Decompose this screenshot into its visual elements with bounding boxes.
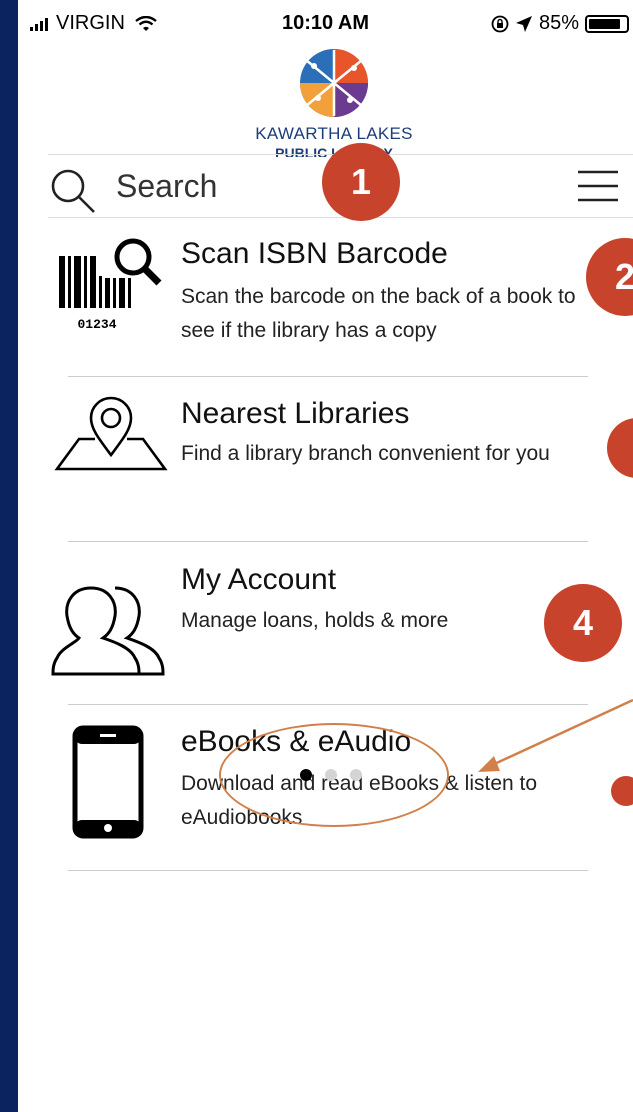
- battery-percent: 85%: [538, 12, 579, 34]
- search-divider-bottom: [48, 217, 633, 218]
- hamburger-menu-icon[interactable]: [576, 168, 620, 204]
- rotation-lock-icon: [491, 15, 509, 32]
- annotation-ellipse: [219, 723, 449, 827]
- menu-divider: [68, 870, 588, 871]
- barcode-scan-icon: 01234: [59, 238, 162, 332]
- status-bar: VIRGIN 10:10 AM 85%: [18, 0, 633, 44]
- search-icon[interactable]: [48, 166, 100, 218]
- menu-item-scan-barcode[interactable]: 01234 Scan ISBN Barcode Scan the barcode…: [18, 222, 633, 377]
- menu-item-title: My Account: [181, 563, 337, 596]
- menu-item-title: Nearest Libraries: [181, 397, 410, 430]
- annotation-arrow: [478, 698, 633, 772]
- app-screen: VIRGIN 10:10 AM 85% KAWARTHA LAKES PUBLI…: [18, 0, 633, 1112]
- users-icon: [51, 586, 165, 676]
- location-arrow-icon: [515, 15, 532, 32]
- menu-item-nearest-libraries[interactable]: Nearest Libraries Find a library branch …: [18, 377, 633, 542]
- menu-item-description: Find a library branch convenient for you: [181, 442, 550, 465]
- logo-emblem: [300, 49, 368, 117]
- menu-item-description: Scan the barcode on the back of a book t…: [181, 285, 576, 342]
- status-right: 85%: [491, 12, 629, 35]
- map-pin-icon: [54, 396, 168, 471]
- library-logo: KAWARTHA LAKES PUBLIC LIBRARY: [244, 48, 424, 157]
- annotation-badge-1: 1: [322, 143, 400, 221]
- battery-icon: [585, 14, 629, 33]
- menu-item-description: Manage loans, holds & more: [181, 609, 449, 632]
- menu-item-title: Scan ISBN Barcode: [181, 237, 448, 270]
- barcode-digits: 01234: [77, 317, 116, 332]
- tablet-icon: [72, 725, 144, 839]
- logo-line-1: KAWARTHA LAKES: [255, 124, 413, 143]
